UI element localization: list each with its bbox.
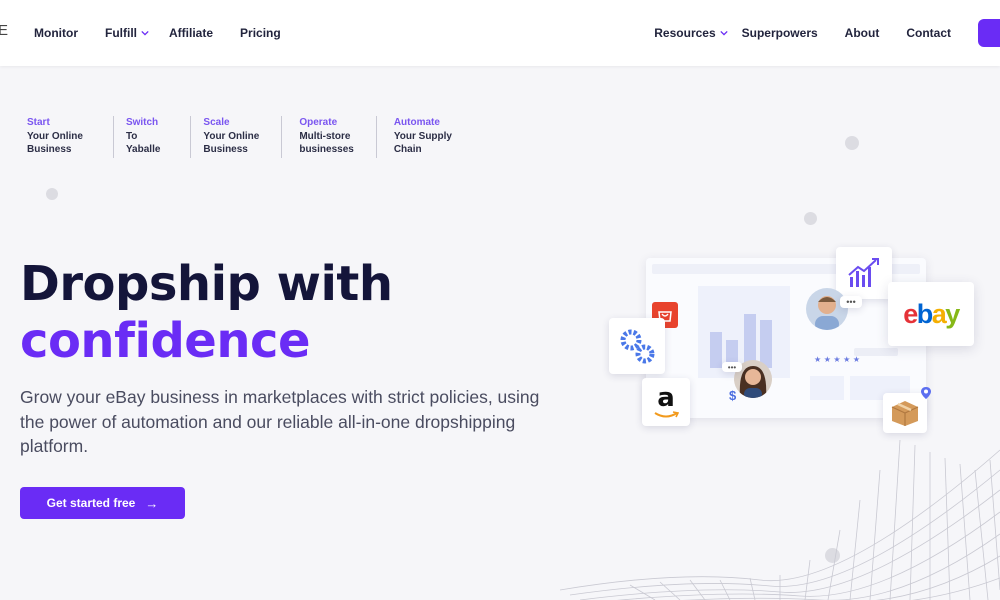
- divider: [190, 116, 192, 158]
- nav-resources[interactable]: Resources: [654, 26, 728, 40]
- nav-left: Monitor Fulfill Affiliate Pricing: [34, 0, 308, 66]
- nav-fulfill-label: Fulfill: [105, 26, 137, 40]
- nav-about-label: About: [844, 26, 880, 40]
- top-navigation-bar: E Monitor Fulfill Affiliate Pricing Reso…: [0, 0, 1000, 66]
- step-accent: Operate: [299, 117, 338, 128]
- hero-title-line1: Dropship with: [20, 256, 393, 312]
- nav-affiliate-label: Affiliate: [169, 26, 214, 40]
- amazon-logo: a: [657, 383, 675, 413]
- step-accent: Switch: [125, 117, 159, 128]
- nav-pricing[interactable]: Pricing: [240, 26, 281, 40]
- step-text: Your Online: [27, 130, 83, 142]
- divider: [375, 116, 377, 158]
- step-scale[interactable]: Scale Your Online Business: [203, 116, 281, 158]
- nav-resources-label: Resources: [654, 26, 716, 40]
- step-text: Yaballe: [125, 144, 161, 155]
- get-started-button[interactable]: Get started free →: [20, 487, 185, 519]
- package-icon: [891, 401, 919, 426]
- nav-contact[interactable]: Contact: [906, 26, 951, 40]
- chart-icon: [848, 258, 879, 287]
- avatar: [806, 288, 848, 330]
- wireframe-mesh: [560, 439, 1000, 600]
- divider: [281, 116, 283, 158]
- nav-monitor[interactable]: Monitor: [34, 26, 78, 40]
- arrow-right-icon: →: [145, 495, 159, 511]
- step-text: Chain: [393, 144, 422, 155]
- nav-pricing-label: Pricing: [240, 26, 281, 40]
- step-start[interactable]: Start Your Online Business: [27, 116, 113, 158]
- hero-illustration: ★ ★ ★ ★ ★ ebay ••• ••• $ a: [600, 240, 1000, 440]
- hero-subtitle: Grow your eBay business in marketplaces …: [20, 387, 540, 456]
- step-text: Your Supply: [393, 130, 452, 142]
- chat-bubble: •••: [722, 362, 742, 372]
- nav-affiliate[interactable]: Affiliate: [169, 26, 213, 40]
- step-automate[interactable]: Automate Your Supply Chain: [394, 116, 474, 158]
- gears-icon: [620, 329, 655, 364]
- ebay-card: ebay: [888, 282, 974, 346]
- nav-monitor-label: Monitor: [34, 26, 78, 40]
- divider: [112, 116, 114, 158]
- decorative-dot: [804, 212, 817, 225]
- header-cta-button[interactable]: [978, 19, 1000, 47]
- step-operate[interactable]: Operate Multi-store businesses: [299, 116, 375, 158]
- dollar-icon: $: [729, 388, 737, 403]
- chat-bubble: •••: [840, 296, 862, 308]
- step-text: Business: [203, 144, 248, 155]
- decorative-dot: [46, 188, 58, 200]
- step-text: Business: [27, 144, 72, 155]
- chevron-down-icon: [141, 30, 149, 36]
- logo-fragment[interactable]: E: [0, 22, 8, 39]
- decorative-dot: [845, 136, 859, 150]
- nav-right: Resources Superpowers About Contact: [654, 0, 1000, 66]
- chart-card: [836, 247, 892, 299]
- step-accent: Start: [27, 117, 50, 128]
- location-pin-icon: [921, 387, 931, 399]
- step-text: Your Online: [203, 130, 260, 142]
- hero-title: Dropship with confidence: [20, 256, 393, 370]
- step-text: businesses: [299, 144, 354, 155]
- ebay-logo: ebay: [903, 298, 960, 329]
- step-accent: Automate: [393, 117, 440, 128]
- journey-steps: Start Your Online Business Switch To Yab…: [27, 116, 474, 158]
- nav-contact-label: Contact: [906, 26, 951, 40]
- nav-fulfill[interactable]: Fulfill: [105, 26, 149, 40]
- hero-title-line2: confidence: [20, 313, 311, 369]
- chevron-down-icon: [719, 30, 728, 36]
- get-started-label: Get started free: [46, 496, 136, 510]
- nav-superpowers[interactable]: Superpowers: [742, 26, 818, 40]
- nav-superpowers-label: Superpowers: [741, 26, 818, 40]
- rating-stars: ★ ★ ★ ★ ★: [814, 355, 860, 364]
- nav-about[interactable]: About: [845, 26, 880, 40]
- amazon-card: a: [642, 378, 690, 426]
- step-text: Multi-store: [299, 130, 351, 142]
- step-accent: Scale: [203, 117, 230, 128]
- gears-card: [609, 318, 665, 374]
- step-text: To: [125, 130, 138, 142]
- step-switch[interactable]: Switch To Yaballe: [126, 116, 190, 158]
